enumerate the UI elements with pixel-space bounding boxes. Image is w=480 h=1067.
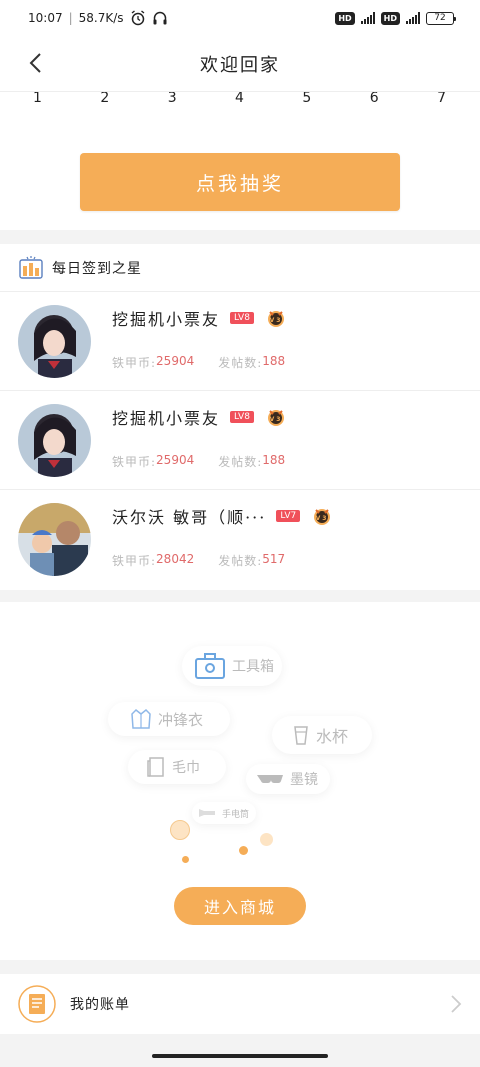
level-badge: LV8 [230, 312, 254, 324]
mall-item-sunglasses[interactable]: 墨镜 [246, 764, 330, 794]
v3-medal-icon: V3 [267, 410, 284, 426]
lottery-button[interactable]: 点我抽奖 [80, 153, 400, 211]
enter-mall-button[interactable]: 进入商城 [174, 887, 306, 925]
checkin-card: 1 2 3 4 5 6 7 点我抽奖 [0, 92, 480, 230]
day-label[interactable]: 6 [370, 92, 379, 108]
user-name-text: 挖掘机小票友 [112, 310, 221, 329]
coin-value: 28042 [156, 552, 195, 566]
toolbox-icon [195, 653, 225, 679]
mall-item-label: 工具箱 [232, 659, 274, 675]
net-speed: 58.7K/s [78, 11, 124, 25]
posts-label: 发帖数: [218, 356, 263, 370]
user-name[interactable]: 挖掘机小票友 LV8 V3 [112, 306, 286, 330]
section-header: 每日签到之星 [0, 244, 480, 292]
home-indicator[interactable] [152, 1054, 328, 1058]
day-label[interactable]: 1 [33, 92, 42, 108]
day-label[interactable]: 5 [302, 92, 311, 108]
decor-dot [170, 820, 190, 840]
alarm-icon [131, 10, 144, 26]
status-time: 10:07 [28, 11, 63, 25]
coin-label: 铁甲币: [112, 455, 157, 469]
mall-item-label: 冲锋衣 [158, 710, 204, 729]
my-bill-row[interactable]: 我的账单 [0, 974, 480, 1034]
bill-icon [18, 985, 56, 1023]
level-badge: LV8 [230, 411, 254, 423]
headset-icon [153, 11, 167, 25]
svg-text:V3: V3 [316, 515, 329, 522]
day-label[interactable]: 3 [168, 92, 177, 108]
day-label[interactable]: 7 [437, 92, 446, 108]
coin-value: 25904 [156, 354, 195, 368]
v3-medal-icon: V3 [267, 311, 284, 327]
decor-dot [182, 856, 189, 863]
decor-dot [239, 846, 248, 855]
posts-value: 188 [262, 453, 286, 467]
flashlight-icon [199, 809, 215, 817]
hd-badge-2: HD [380, 11, 400, 25]
svg-text:V3: V3 [270, 416, 283, 423]
avatar[interactable] [18, 503, 91, 576]
mall-item-label: 墨镜 [290, 772, 318, 788]
status-bar: 10:07 | 58.7K/s HD HD 72 [0, 0, 480, 36]
day-label[interactable]: 2 [100, 92, 109, 108]
mall-item-cup[interactable]: 水杯 [272, 716, 372, 754]
mall-item-towel[interactable]: 毛巾 [128, 750, 226, 784]
status-separator: | [68, 11, 73, 25]
svg-text:V3: V3 [270, 317, 283, 324]
chevron-left-icon[interactable] [26, 52, 48, 74]
trophy-chart-icon [19, 255, 43, 279]
posts-label: 发帖数: [218, 554, 263, 568]
signal-icon [360, 12, 375, 24]
avatar[interactable] [18, 404, 91, 477]
nav-header: 欢迎回家 [0, 36, 480, 92]
signal-icon-2 [406, 12, 420, 24]
star-user-row[interactable]: 挖掘机小票友 LV8 V3 铁甲币: 25904 发帖数: 188 [0, 391, 480, 490]
coin-value: 25904 [156, 453, 195, 467]
avatar[interactable] [18, 305, 91, 378]
user-name[interactable]: 挖掘机小票友 LV8 V3 [112, 405, 286, 429]
bill-label: 我的账单 [70, 997, 130, 1013]
page: 10:07 | 58.7K/s HD HD 72 欢迎回家 1 2 3 4 5 … [0, 0, 480, 1067]
sunglasses-icon [257, 775, 283, 784]
jacket-icon [131, 709, 151, 729]
level-badge: LV7 [276, 510, 301, 522]
hd-badge: HD [335, 11, 355, 25]
day-strip: 1 2 3 4 5 6 7 [0, 92, 480, 108]
chevron-right-icon [451, 995, 462, 1013]
cup-icon [294, 726, 308, 745]
coin-label: 铁甲币: [112, 554, 157, 568]
coin-label: 铁甲币: [112, 356, 157, 370]
v3-medal-icon: V3 [314, 509, 331, 525]
user-name[interactable]: 沃尔沃 敏哥（顺··· LV7 V3 [112, 504, 332, 528]
mall-item-label: 毛巾 [172, 760, 200, 776]
mall-item-label: 水杯 [316, 727, 349, 746]
star-user-row[interactable]: 沃尔沃 敏哥（顺··· LV7 V3 铁甲币: 28042 发帖数: 517 [0, 490, 480, 589]
mall-item-flashlight[interactable]: 手电筒 [192, 802, 256, 824]
user-stats: 铁甲币: 25904 发帖数: 188 [112, 453, 285, 470]
posts-label: 发帖数: [218, 455, 263, 469]
posts-value: 517 [262, 552, 286, 566]
user-name-text: 挖掘机小票友 [112, 409, 221, 428]
user-stats: 铁甲币: 28042 发帖数: 517 [112, 552, 285, 569]
battery-icon: 72 [426, 11, 456, 25]
page-title: 欢迎回家 [200, 54, 280, 76]
mall-section: 工具箱 冲锋衣 水杯 毛巾 墨镜 手电筒 进入商城 [0, 602, 480, 960]
star-user-row[interactable]: 挖掘机小票友 LV8 V3 铁甲币: 25904 发帖数: 188 [0, 292, 480, 391]
posts-value: 188 [262, 354, 286, 368]
section-title: 每日签到之星 [52, 260, 142, 277]
towel-icon [147, 757, 164, 777]
mall-item-jacket[interactable]: 冲锋衣 [108, 702, 230, 736]
user-stats: 铁甲币: 25904 发帖数: 188 [112, 354, 285, 371]
day-label[interactable]: 4 [235, 92, 244, 108]
checkin-stars-section: 每日签到之星 挖掘机小票友 LV8 V3 铁甲币: 25904 发帖数: 188 [0, 244, 480, 590]
user-name-text: 沃尔沃 敏哥（顺··· [112, 508, 267, 527]
decor-dot [260, 833, 273, 846]
mall-item-label: 手电筒 [222, 809, 250, 820]
mall-item-toolbox[interactable]: 工具箱 [182, 646, 282, 686]
